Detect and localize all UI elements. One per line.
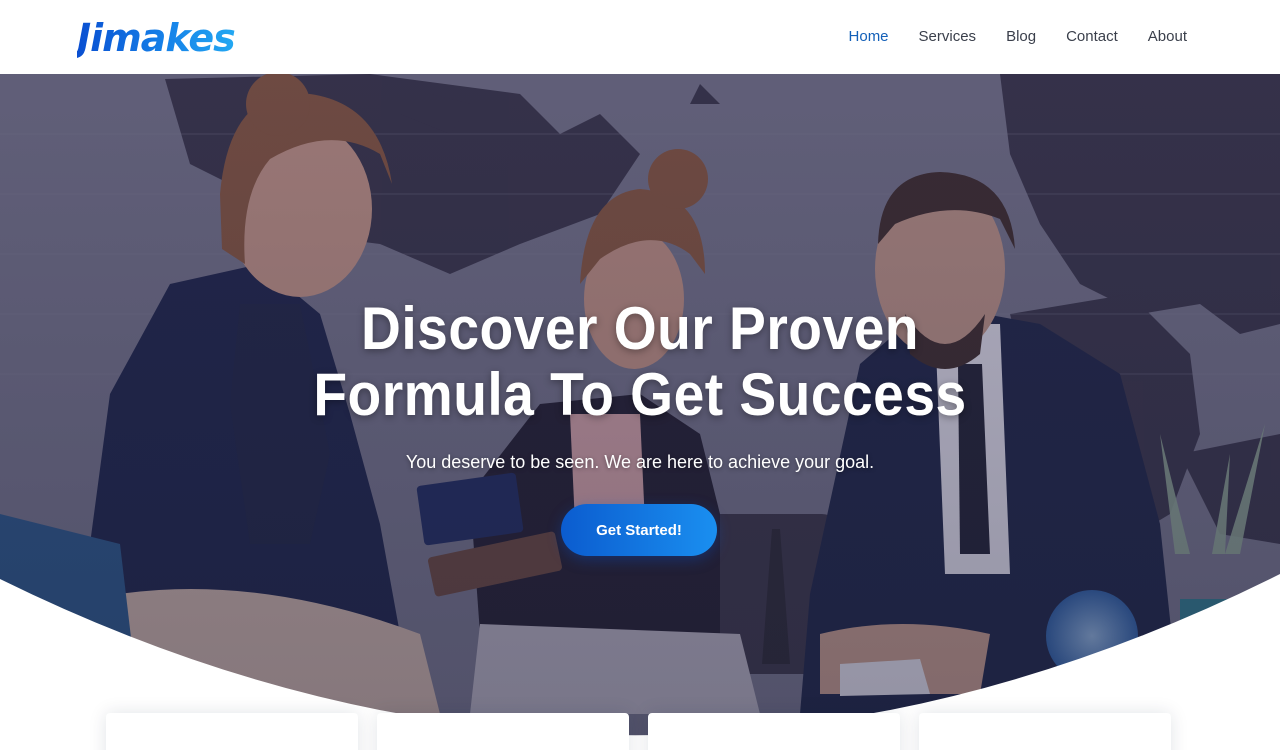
nav-item-blog[interactable]: Blog xyxy=(1006,26,1036,48)
site-header: Jimakes Home Services Blog Contact About xyxy=(0,0,1280,74)
hero-title-line-2: Formula To Get Success xyxy=(313,361,967,428)
hero-subtitle: You deserve to be seen. We are here to a… xyxy=(405,452,875,472)
brand-logo[interactable]: Jimakes xyxy=(77,14,236,62)
hero-section: Discover Our Proven Formula To Get Succe… xyxy=(0,74,1280,750)
nav-item-about[interactable]: About xyxy=(1148,26,1187,48)
nav-item-contact[interactable]: Contact xyxy=(1066,26,1118,48)
landing-page: Jimakes Home Services Blog Contact About xyxy=(0,0,1280,750)
feature-card-1[interactable] xyxy=(106,713,358,750)
main-nav: Home Services Blog Contact About xyxy=(819,26,1187,48)
nav-item-services[interactable]: Services xyxy=(919,26,977,48)
feature-card-4[interactable] xyxy=(919,713,1171,750)
feature-card-3[interactable] xyxy=(648,713,900,750)
feature-card-2[interactable] xyxy=(377,713,629,750)
nav-item-home[interactable]: Home xyxy=(849,26,889,48)
hero-title-line-1: Discover Our Proven xyxy=(361,295,919,362)
get-started-button[interactable]: Get Started! xyxy=(561,504,717,556)
hero-title: Discover Our Proven Formula To Get Succe… xyxy=(180,296,1100,428)
